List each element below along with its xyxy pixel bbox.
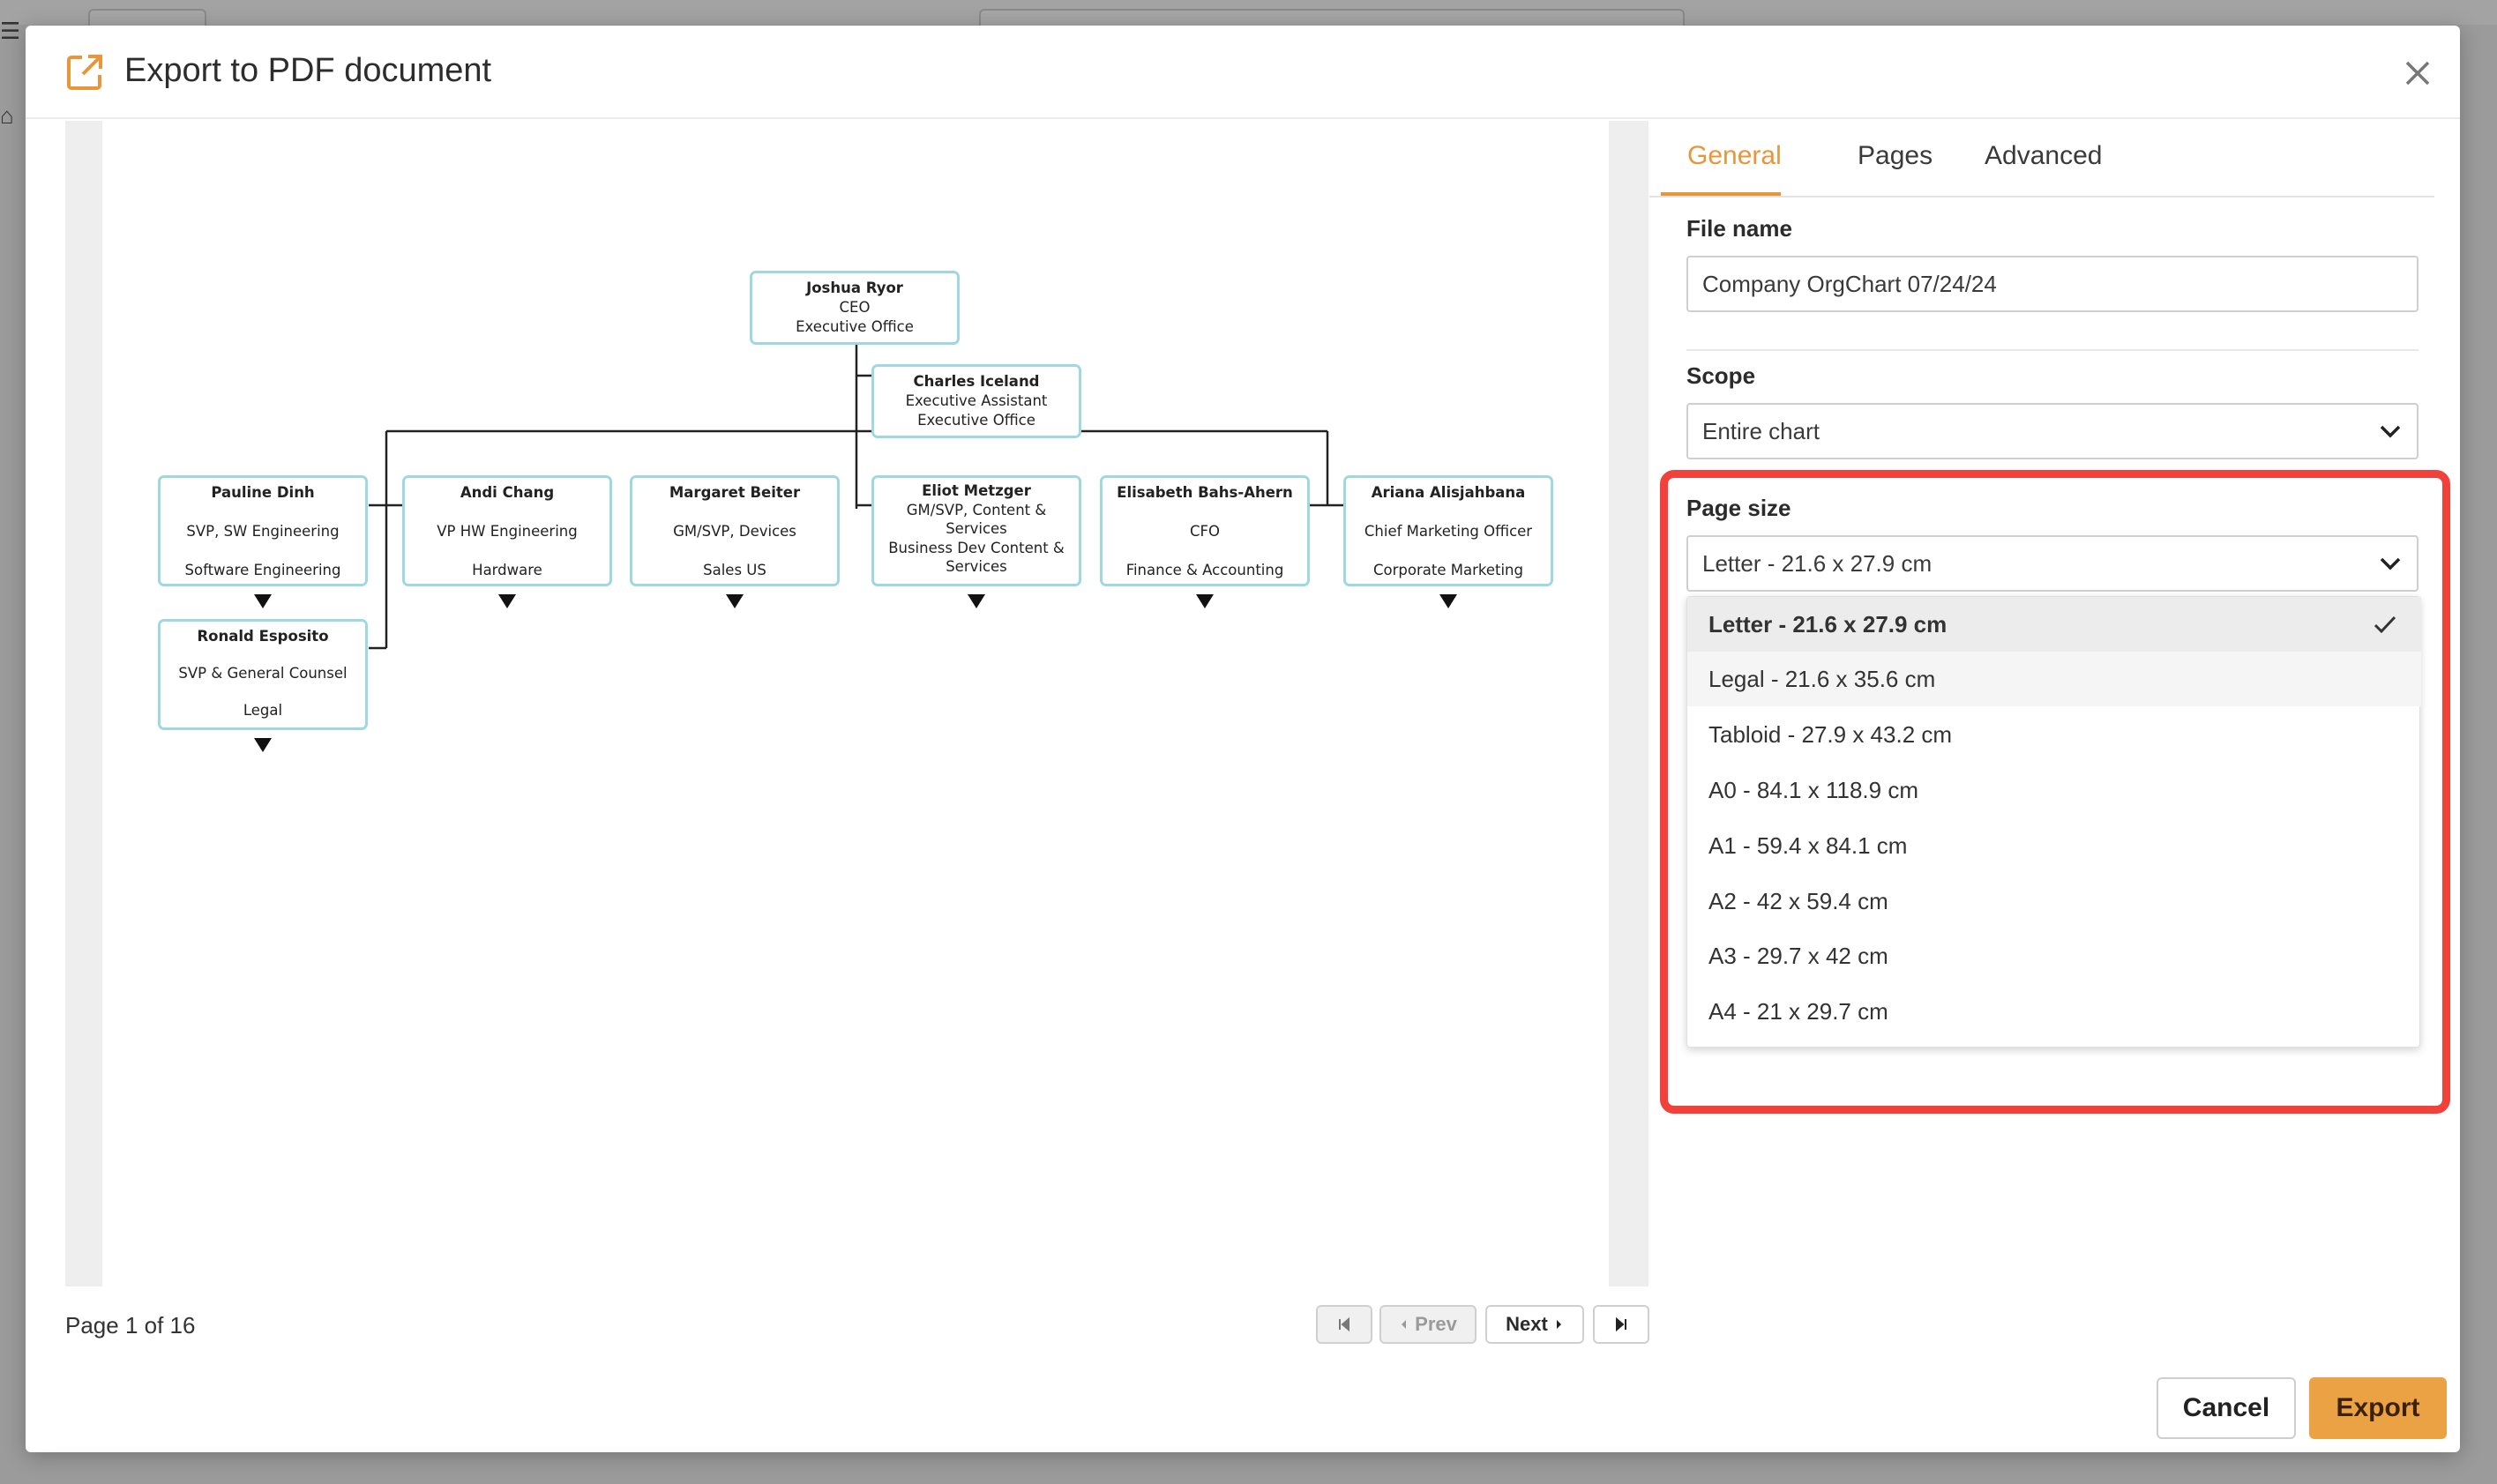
page-size-option[interactable]: A3 - 29.7 x 42 cm (1687, 928, 2421, 983)
first-page-button[interactable] (1316, 1305, 1372, 1344)
node-name: Pauline Dinh (211, 484, 315, 501)
export-pdf-dialog: Export to PDF document Joshua Ryor CEO E… (26, 26, 2460, 1452)
expand-arrow-icon[interactable] (1196, 594, 1214, 608)
node-department: Hardware (472, 562, 542, 578)
dialog-title: Export to PDF document (124, 52, 492, 89)
scope-value: Entire chart (1702, 418, 1820, 444)
tab-pages[interactable]: Pages (1858, 141, 1933, 171)
node-name: Eliot Metzger (922, 482, 1031, 499)
last-page-icon (1616, 1316, 1626, 1332)
page-size-option[interactable]: A0 - 84.1 x 118.9 cm (1687, 763, 2421, 817)
node-department: Services (946, 558, 1007, 575)
node-title: CFO (1190, 523, 1220, 540)
close-icon[interactable] (2400, 56, 2435, 91)
node-title: Services (946, 520, 1007, 537)
cancel-button[interactable]: Cancel (2157, 1377, 2296, 1439)
settings-tabs: General Pages Advanced (1649, 95, 2434, 198)
file-name-label: File name (1686, 215, 1792, 242)
page-size-option[interactable]: Letter - 21.6 x 27.9 cm (1687, 597, 2421, 652)
chevron-down-icon (2380, 557, 2401, 570)
node-title: SVP, SW Engineering (186, 523, 340, 540)
preview-page: Joshua Ryor CEO Executive Office Charles… (102, 121, 1609, 1286)
export-button[interactable]: Export (2309, 1377, 2447, 1439)
option-label: Letter - 21.6 x 27.9 cm (1708, 611, 1948, 638)
page-size-option[interactable]: Legal - 21.6 x 35.6 cm (1687, 652, 2421, 706)
node-title: VP HW Engineering (437, 523, 578, 540)
expand-arrow-icon[interactable] (726, 594, 744, 608)
node-department: Executive Office (796, 318, 914, 335)
node-title: Executive Assistant (905, 392, 1048, 409)
org-node-eliot[interactable]: Eliot Metzger GM/SVP, Content & Services… (871, 475, 1081, 586)
org-node-ariana[interactable]: Ariana Alisjahbana Chief Marketing Offic… (1343, 475, 1553, 586)
file-name-input[interactable]: Company OrgChart 07/24/24 (1686, 256, 2419, 312)
caret-left-icon (1402, 1320, 1407, 1329)
page-size-label: Page size (1686, 495, 1791, 521)
page-size-option[interactable]: A1 - 59.4 x 84.1 cm (1687, 818, 2421, 873)
node-name: Andi Chang (460, 484, 555, 501)
org-node-ronald[interactable]: Ronald Esposito SVP & General Counsel Le… (158, 619, 368, 730)
prev-page-button[interactable]: Prev (1379, 1305, 1477, 1344)
external-link-icon (67, 55, 102, 90)
org-node-ceo[interactable]: Joshua Ryor CEO Executive Office (750, 271, 960, 345)
page-size-option[interactable]: Tabloid - 27.9 x 43.2 cm (1687, 707, 2421, 762)
expand-arrow-icon[interactable] (1439, 594, 1457, 608)
node-title: Chief Marketing Officer (1364, 523, 1533, 540)
page-indicator: Page 1 of 16 (65, 1312, 196, 1339)
node-title: GM/SVP, Content & (906, 501, 1047, 518)
org-node-margaret[interactable]: Margaret Beiter GM/SVP, Devices Sales US (630, 475, 840, 586)
node-name: Charles Iceland (913, 373, 1040, 390)
page-size-value: Letter - 21.6 x 27.9 cm (1702, 550, 1933, 577)
pdf-preview: Joshua Ryor CEO Executive Office Charles… (65, 121, 1648, 1286)
expand-arrow-icon[interactable] (498, 594, 516, 608)
node-department: Executive Office (917, 412, 1035, 429)
background-home-icon: ⌂ (0, 102, 14, 129)
page-size-select[interactable]: Letter - 21.6 x 27.9 cm (1686, 535, 2419, 592)
caret-right-icon (1556, 1320, 1561, 1329)
page-size-option[interactable]: A4 - 21 x 29.7 cm (1687, 984, 2421, 1039)
org-node-pauline[interactable]: Pauline Dinh SVP, SW Engineering Softwar… (158, 475, 368, 586)
first-page-icon (1339, 1316, 1349, 1332)
node-name: Elisabeth Bahs-Ahern (1117, 484, 1293, 501)
tab-advanced[interactable]: Advanced (1985, 141, 2102, 171)
node-name: Margaret Beiter (669, 484, 801, 501)
prev-label: Prev (1415, 1313, 1457, 1335)
last-page-button[interactable] (1593, 1305, 1649, 1344)
node-title: GM/SVP, Devices (673, 523, 796, 540)
org-node-assistant[interactable]: Charles Iceland Executive Assistant Exec… (871, 364, 1081, 438)
node-department: Software Engineering (184, 562, 341, 578)
expand-arrow-icon[interactable] (968, 594, 985, 608)
checkmark-icon (2374, 615, 2396, 634)
background-menu-icon: ☰ (0, 18, 21, 44)
org-node-andi[interactable]: Andi Chang VP HW Engineering Hardware (402, 475, 612, 586)
expand-arrow-icon[interactable] (254, 738, 272, 752)
node-title: SVP & General Counsel (178, 665, 348, 682)
section-divider (1686, 349, 2419, 351)
next-label: Next (1506, 1313, 1548, 1335)
scope-select[interactable]: Entire chart (1686, 403, 2419, 459)
node-department: Business Dev Content & (888, 539, 1065, 556)
next-page-button[interactable]: Next (1485, 1305, 1584, 1344)
node-title: CEO (839, 299, 871, 316)
node-name: Ronald Esposito (197, 628, 329, 645)
chevron-down-icon (2380, 425, 2401, 438)
node-department: Finance & Accounting (1125, 562, 1284, 578)
node-name: Joshua Ryor (806, 280, 903, 296)
org-node-elisabeth[interactable]: Elisabeth Bahs-Ahern CFO Finance & Accou… (1100, 475, 1310, 586)
page-size-dropdown: Letter - 21.6 x 27.9 cm Legal - 21.6 x 3… (1686, 596, 2421, 1048)
active-tab-indicator (1661, 192, 1781, 196)
node-department: Sales US (703, 562, 766, 578)
page-size-option[interactable]: A2 - 42 x 59.4 cm (1687, 874, 2421, 928)
node-name: Ariana Alisjahbana (1371, 484, 1526, 501)
tab-general[interactable]: General (1687, 141, 1782, 171)
node-department: Legal (243, 702, 283, 719)
expand-arrow-icon[interactable] (254, 594, 272, 608)
node-department: Corporate Marketing (1373, 562, 1523, 578)
scope-label: Scope (1686, 362, 1756, 389)
